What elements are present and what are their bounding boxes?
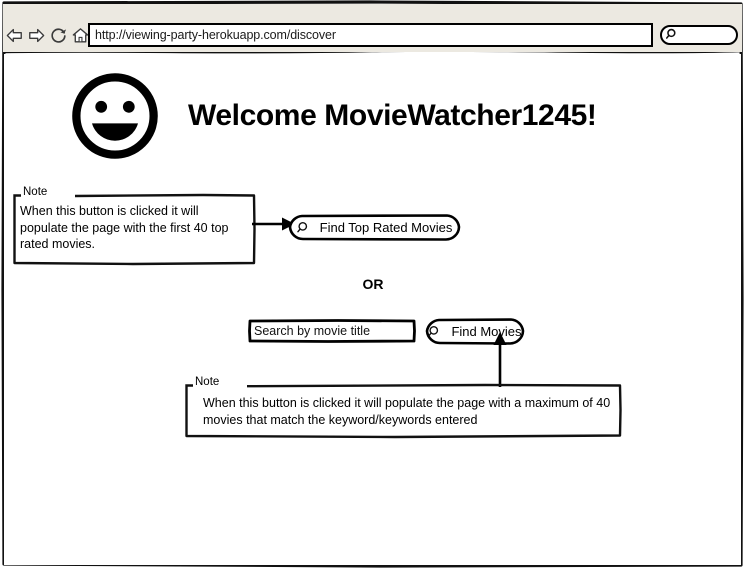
- page-title: Welcome MovieWatcher1245!: [188, 99, 597, 132]
- note-text: When this button is clicked it will popu…: [20, 204, 229, 251]
- reload-icon[interactable]: [49, 26, 68, 45]
- forward-arrow-icon[interactable]: [27, 26, 46, 45]
- find-movies-label: Find Movies: [451, 324, 522, 339]
- movie-title-search-placeholder: Search by movie title: [254, 324, 371, 338]
- back-arrow-icon[interactable]: [5, 26, 24, 45]
- welcome-header: Welcome MovieWatcher1245!: [69, 70, 597, 162]
- find-movies-button[interactable]: Find Movies: [425, 318, 525, 345]
- search-icon: [428, 325, 439, 336]
- note-top-rated: Note When this button is clicked it will…: [13, 185, 256, 266]
- address-bar[interactable]: http://viewing-party-herokuapp.com/disco…: [88, 23, 653, 47]
- search-icon: [296, 221, 307, 232]
- find-top-rated-movies-label: Find Top Rated Movies: [319, 220, 453, 235]
- or-divider: OR: [362, 276, 384, 292]
- movie-title-search-input[interactable]: Search by movie title: [248, 319, 416, 343]
- page-canvas: Welcome MovieWatcher1245! Note When this…: [4, 54, 741, 565]
- note-label: Note: [193, 375, 223, 389]
- note-label: Note: [21, 185, 51, 199]
- note-text: When this button is clicked it will popu…: [203, 396, 611, 427]
- note-find-movies: Note When this button is clicked it will…: [185, 375, 622, 439]
- find-top-rated-movies-button[interactable]: Find Top Rated Movies: [288, 214, 461, 241]
- toolbar-search-field[interactable]: [660, 25, 738, 45]
- browser-nav-buttons: [5, 22, 89, 48]
- address-bar-url: http://viewing-party-herokuapp.com/disco…: [95, 28, 336, 42]
- smiley-face-icon: [72, 73, 158, 159]
- browser-window: http://viewing-party-herokuapp.com/disco…: [0, 0, 745, 569]
- search-icon: [665, 28, 679, 41]
